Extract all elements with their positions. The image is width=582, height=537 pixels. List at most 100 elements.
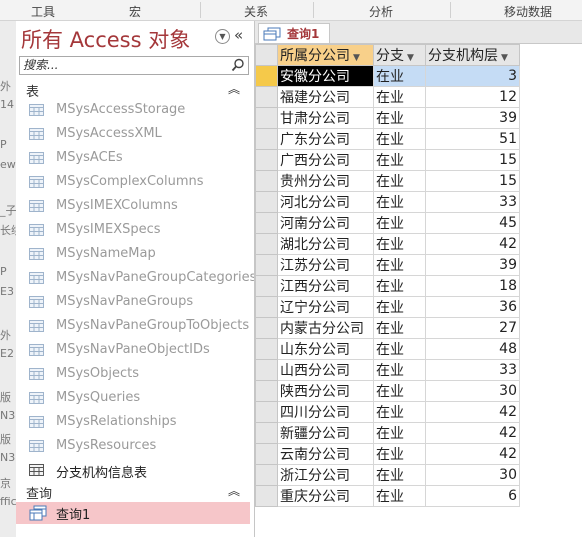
nav-item-table[interactable]: MSysACEs bbox=[16, 147, 250, 171]
cell-branch-level[interactable]: 42 bbox=[425, 443, 520, 465]
cell-branch[interactable]: 在业 bbox=[373, 422, 426, 444]
nav-item-table[interactable]: 分支机构信息表 bbox=[16, 459, 250, 483]
cell-branch-level[interactable]: 42 bbox=[425, 233, 520, 255]
cell-branch[interactable]: 在业 bbox=[373, 107, 426, 129]
nav-item-table[interactable]: MSysNavPaneGroupToObjects bbox=[16, 315, 250, 339]
row-selector[interactable] bbox=[255, 128, 278, 150]
row-selector[interactable] bbox=[255, 380, 278, 402]
cell-branch-level[interactable]: 12 bbox=[425, 86, 520, 108]
cell-branch[interactable]: 在业 bbox=[373, 275, 426, 297]
group-header-queries[interactable]: 查询 ︽ bbox=[16, 482, 254, 502]
cell-branch-level[interactable]: 30 bbox=[425, 380, 520, 402]
row-selector[interactable] bbox=[255, 443, 278, 465]
cell-branch-level[interactable]: 6 bbox=[425, 485, 520, 507]
row-selector[interactable] bbox=[255, 233, 278, 255]
dropdown-arrow-icon[interactable]: ▼ bbox=[353, 53, 360, 63]
row-selector[interactable] bbox=[255, 86, 278, 108]
nav-item-table[interactable]: MSysAccessStorage bbox=[16, 99, 250, 123]
select-all-corner[interactable] bbox=[255, 44, 278, 66]
table-row[interactable]: 浙江分公司 在业 30 bbox=[255, 464, 520, 486]
column-header-branch[interactable]: 分支 ▼ bbox=[373, 44, 426, 66]
row-selector[interactable] bbox=[255, 317, 278, 339]
cell-branch[interactable]: 在业 bbox=[373, 338, 426, 360]
table-row[interactable]: 山西分公司 在业 33 bbox=[255, 359, 520, 381]
search-input[interactable] bbox=[20, 57, 223, 73]
cell-branch-company[interactable]: 甘肃分公司 bbox=[277, 107, 374, 129]
cell-branch-company[interactable]: 陕西分公司 bbox=[277, 380, 374, 402]
cell-branch[interactable]: 在业 bbox=[373, 359, 426, 381]
table-row[interactable]: 新疆分公司 在业 42 bbox=[255, 422, 520, 444]
cell-branch-company[interactable]: 山西分公司 bbox=[277, 359, 374, 381]
cell-branch[interactable]: 在业 bbox=[373, 254, 426, 276]
table-row[interactable]: 陕西分公司 在业 30 bbox=[255, 380, 520, 402]
cell-branch-company[interactable]: 辽宁分公司 bbox=[277, 296, 374, 318]
nav-pane-title[interactable]: 所有 Access 对象 bbox=[21, 24, 190, 54]
row-selector[interactable] bbox=[255, 422, 278, 444]
row-selector[interactable] bbox=[255, 338, 278, 360]
column-header-branch-company[interactable]: 所属分公司 ▼ bbox=[277, 44, 374, 66]
cell-branch-company[interactable]: 贵州分公司 bbox=[277, 170, 374, 192]
cell-branch[interactable]: 在业 bbox=[373, 464, 426, 486]
cell-branch-company[interactable]: 重庆分公司 bbox=[277, 485, 374, 507]
cell-branch[interactable]: 在业 bbox=[373, 401, 426, 423]
table-row[interactable]: 湖北分公司 在业 42 bbox=[255, 233, 520, 255]
nav-item-table[interactable]: MSysNavPaneObjectIDs bbox=[16, 339, 250, 363]
cell-branch-company[interactable]: 河南分公司 bbox=[277, 212, 374, 234]
cell-branch-company[interactable]: 安徽分公司 bbox=[277, 65, 374, 87]
row-selector[interactable] bbox=[255, 191, 278, 213]
cell-branch-company[interactable]: 广东分公司 bbox=[277, 128, 374, 150]
cell-branch-level[interactable]: 36 bbox=[425, 296, 520, 318]
tab-query1[interactable]: 查询1 bbox=[258, 23, 330, 43]
row-selector[interactable] bbox=[255, 464, 278, 486]
nav-item-table[interactable]: MSysResources bbox=[16, 435, 250, 459]
nav-item-table[interactable]: MSysNavPaneGroups bbox=[16, 291, 250, 315]
cell-branch-level[interactable]: 30 bbox=[425, 464, 520, 486]
cell-branch-company[interactable]: 内蒙古分公司 bbox=[277, 317, 374, 339]
cell-branch-level[interactable]: 45 bbox=[425, 212, 520, 234]
cell-branch[interactable]: 在业 bbox=[373, 65, 426, 87]
table-row[interactable]: 云南分公司 在业 42 bbox=[255, 443, 520, 465]
row-selector[interactable] bbox=[255, 254, 278, 276]
cell-branch-level[interactable]: 33 bbox=[425, 359, 520, 381]
row-selector[interactable] bbox=[255, 296, 278, 318]
nav-item-table[interactable]: MSysQueries bbox=[16, 387, 250, 411]
cell-branch-level[interactable]: 39 bbox=[425, 107, 520, 129]
double-chevron-up-icon[interactable]: ︽ bbox=[228, 482, 240, 499]
chevron-down-circle-icon[interactable]: ▼ bbox=[215, 29, 230, 44]
table-row[interactable]: 广东分公司 在业 51 bbox=[255, 128, 520, 150]
nav-item-table[interactable]: MSysComplexColumns bbox=[16, 171, 250, 195]
cell-branch-company[interactable]: 四川分公司 bbox=[277, 401, 374, 423]
table-row[interactable]: 重庆分公司 在业 6 bbox=[255, 485, 520, 507]
table-row[interactable]: 江苏分公司 在业 39 bbox=[255, 254, 520, 276]
cell-branch[interactable]: 在业 bbox=[373, 317, 426, 339]
cell-branch[interactable]: 在业 bbox=[373, 485, 426, 507]
table-row[interactable]: 贵州分公司 在业 15 bbox=[255, 170, 520, 192]
nav-item-table[interactable]: MSysObjects bbox=[16, 363, 250, 387]
cell-branch[interactable]: 在业 bbox=[373, 296, 426, 318]
table-row[interactable]: 河北分公司 在业 33 bbox=[255, 191, 520, 213]
table-row[interactable]: 山东分公司 在业 48 bbox=[255, 338, 520, 360]
cell-branch-level[interactable]: 18 bbox=[425, 275, 520, 297]
table-row[interactable]: 辽宁分公司 在业 36 bbox=[255, 296, 520, 318]
cell-branch-company[interactable]: 江苏分公司 bbox=[277, 254, 374, 276]
cell-branch-company[interactable]: 山东分公司 bbox=[277, 338, 374, 360]
cell-branch-company[interactable]: 云南分公司 bbox=[277, 443, 374, 465]
row-selector[interactable] bbox=[255, 275, 278, 297]
dropdown-arrow-icon[interactable]: ▼ bbox=[407, 53, 414, 63]
nav-item-table[interactable]: MSysNavPaneGroupCategories bbox=[16, 267, 254, 291]
cell-branch[interactable]: 在业 bbox=[373, 233, 426, 255]
cell-branch-level[interactable]: 15 bbox=[425, 170, 520, 192]
cell-branch-company[interactable]: 新疆分公司 bbox=[277, 422, 374, 444]
group-header-tables[interactable]: 表 ︽ bbox=[16, 80, 254, 100]
nav-item-table[interactable]: MSysIMEXColumns bbox=[16, 195, 250, 219]
cell-branch[interactable]: 在业 bbox=[373, 128, 426, 150]
cell-branch-company[interactable]: 湖北分公司 bbox=[277, 233, 374, 255]
cell-branch-level[interactable]: 33 bbox=[425, 191, 520, 213]
column-header-branch-level[interactable]: 分支机构层 ▼ bbox=[425, 44, 520, 66]
cell-branch-level[interactable]: 3 bbox=[425, 65, 520, 87]
cell-branch[interactable]: 在业 bbox=[373, 380, 426, 402]
cell-branch-company[interactable]: 浙江分公司 bbox=[277, 464, 374, 486]
cell-branch[interactable]: 在业 bbox=[373, 443, 426, 465]
double-chevron-up-icon[interactable]: ︽ bbox=[228, 80, 240, 97]
row-selector[interactable] bbox=[255, 107, 278, 129]
